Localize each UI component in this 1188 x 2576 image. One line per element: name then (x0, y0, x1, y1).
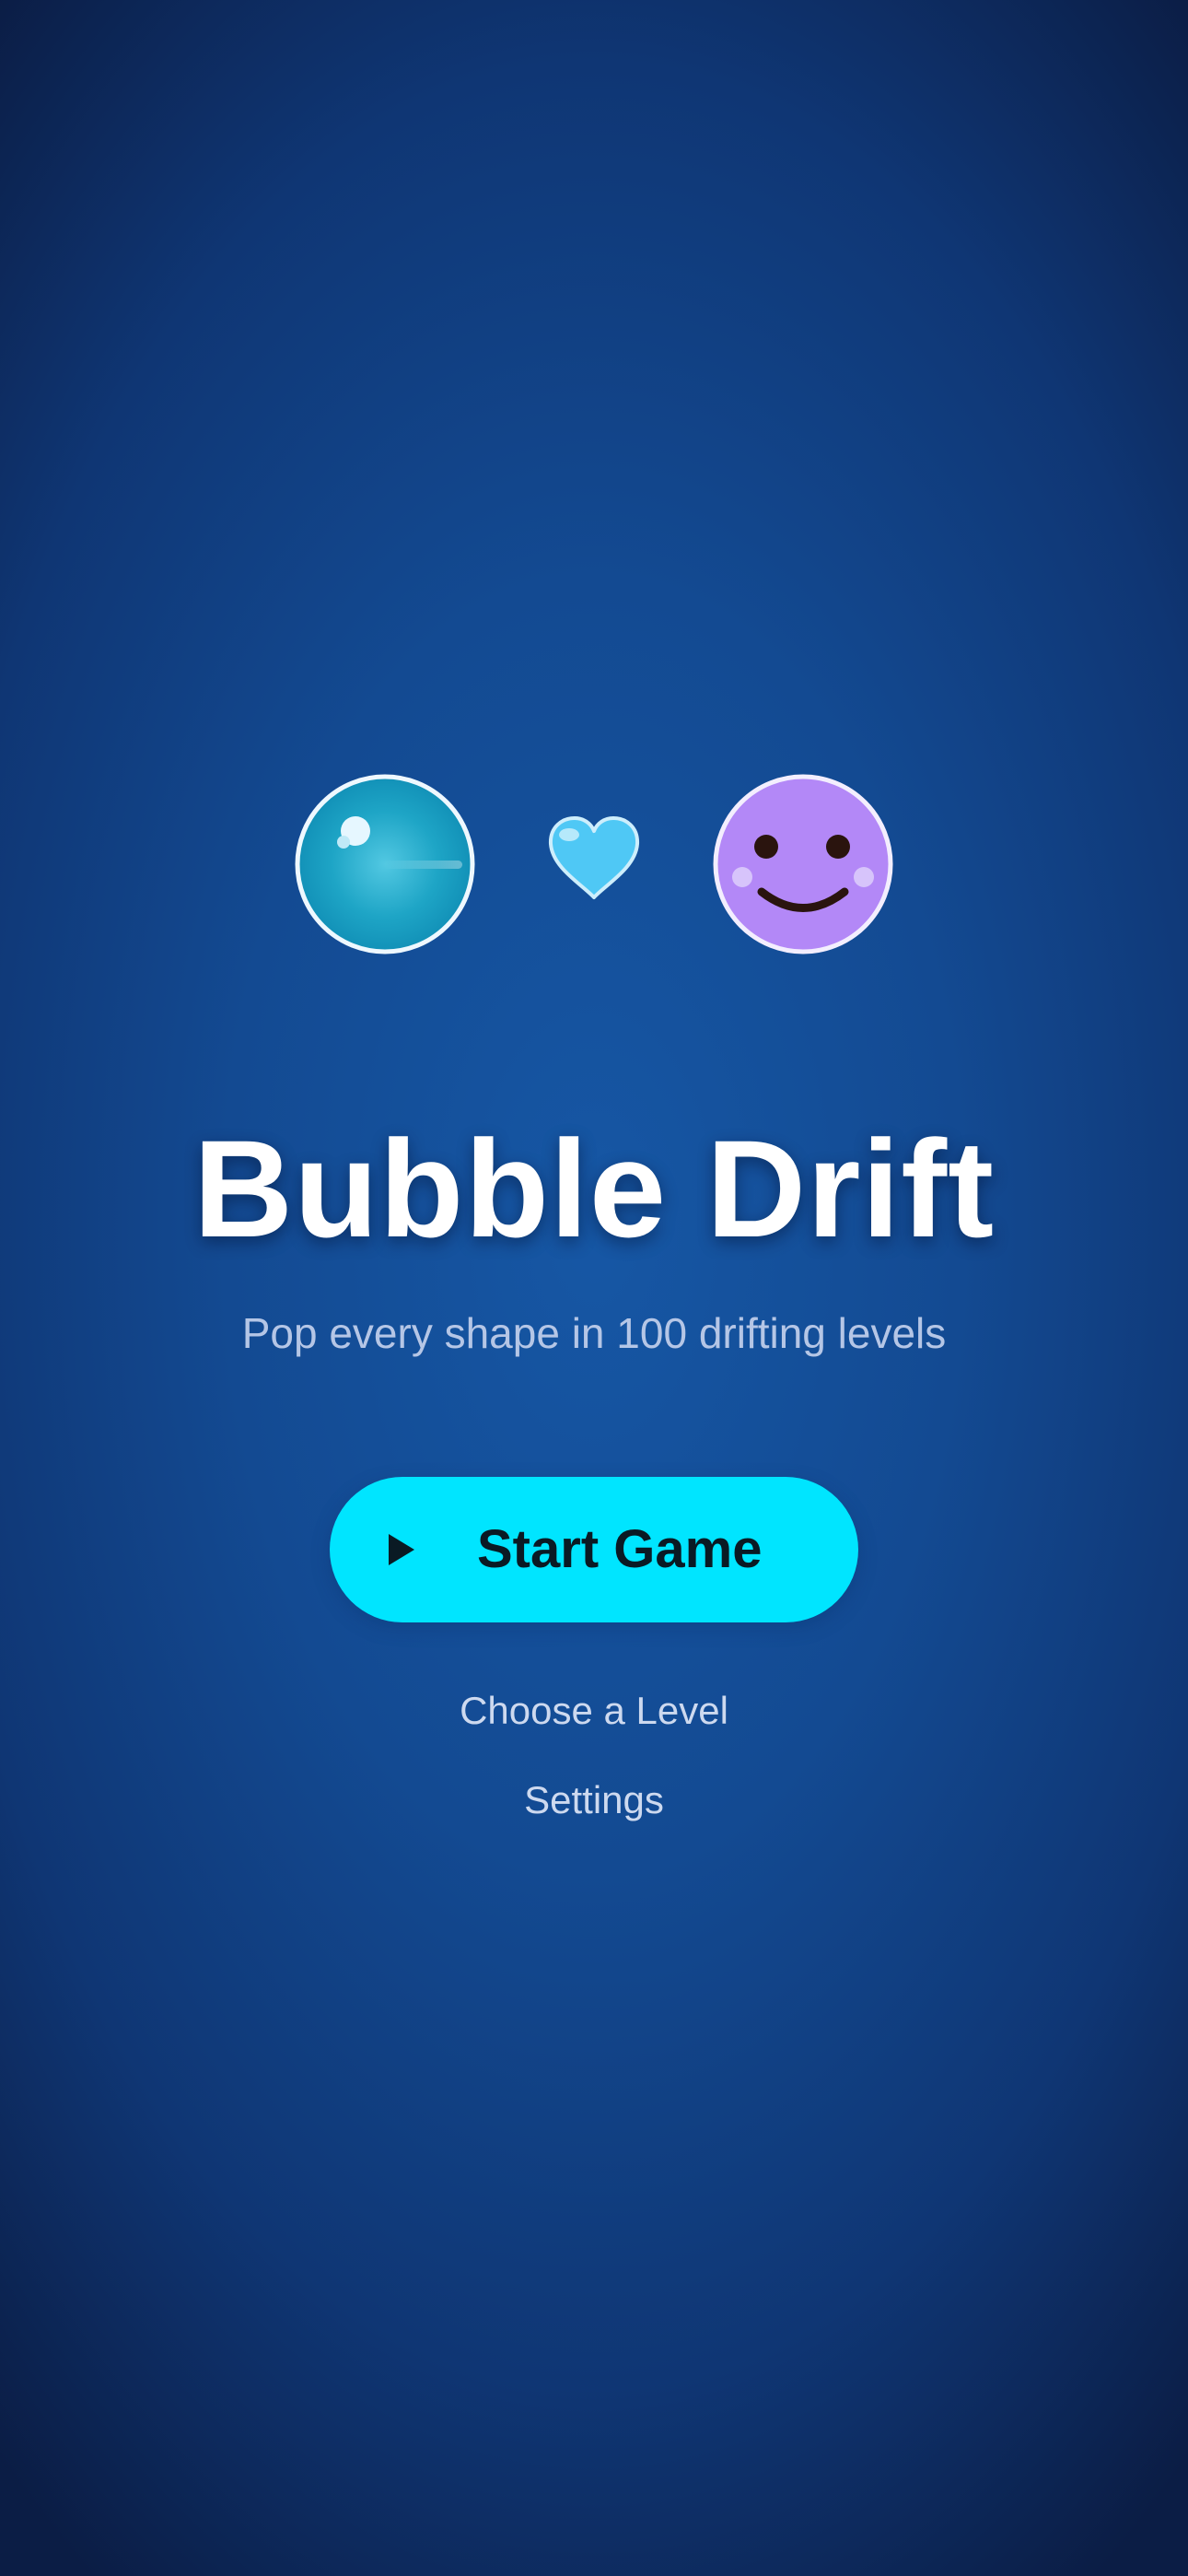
mascot-row (0, 772, 1188, 956)
main-menu-screen: Bubble Drift Pop every shape in 100 drif… (0, 0, 1188, 2576)
settings-link[interactable]: Settings (0, 1773, 1188, 1828)
smiley-icon (713, 774, 893, 954)
start-game-button[interactable]: Start Game (330, 1477, 858, 1622)
game-title: Bubble Drift (192, 1111, 996, 1266)
heart-icon (548, 816, 640, 899)
start-game-label: Start Game (477, 1519, 763, 1579)
game-tagline: Pop every shape in 100 drifting levels (241, 1309, 947, 1357)
play-icon (389, 1534, 414, 1565)
bubble-icon (295, 774, 475, 954)
choose-level-link[interactable]: Choose a Level (0, 1683, 1188, 1739)
